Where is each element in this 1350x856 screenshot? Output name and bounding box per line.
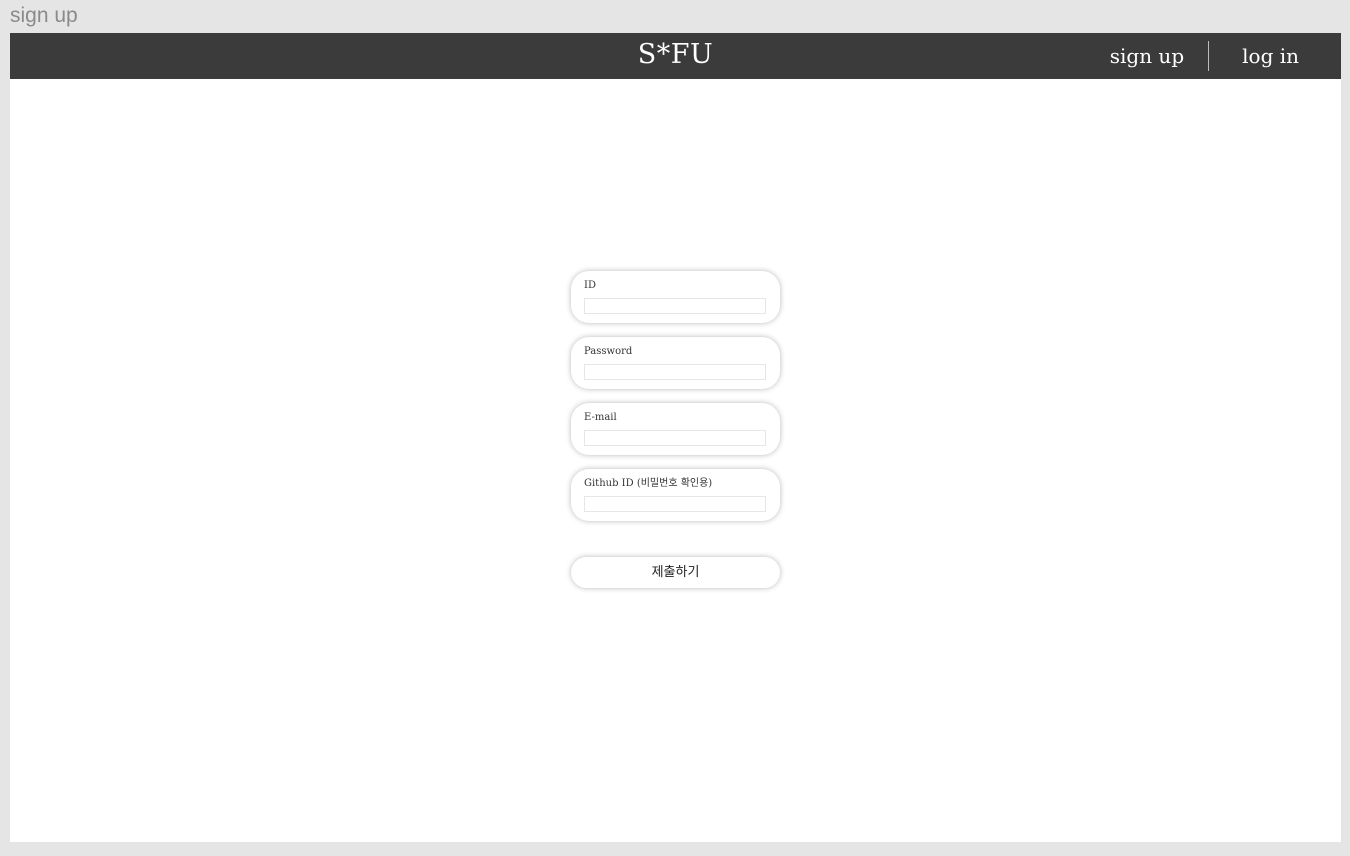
signup-form: ID Password E-mail Github ID (비밀번호 확인용) … bbox=[571, 271, 780, 588]
frame-title: sign up bbox=[10, 4, 78, 27]
nav-links: sign up log in bbox=[1086, 33, 1341, 79]
github-id-field-label: Github ID (비밀번호 확인용) bbox=[584, 478, 713, 489]
navbar: S*FU sign up log in bbox=[10, 33, 1341, 79]
submit-button[interactable]: 제출하기 bbox=[571, 557, 780, 588]
password-field-card: Password bbox=[571, 337, 780, 389]
password-input[interactable] bbox=[584, 364, 766, 380]
app-frame: S*FU sign up log in ID Password E-mail G… bbox=[10, 33, 1341, 842]
email-field-card: E-mail bbox=[571, 403, 780, 455]
password-field-label: Password bbox=[584, 346, 633, 357]
nav-login-link[interactable]: log in bbox=[1209, 33, 1341, 79]
id-input[interactable] bbox=[584, 298, 766, 314]
email-field-label: E-mail bbox=[584, 412, 617, 423]
nav-signup-link[interactable]: sign up bbox=[1086, 33, 1208, 79]
id-field-label: ID bbox=[584, 280, 596, 291]
github-id-field-card: Github ID (비밀번호 확인용) bbox=[571, 469, 780, 521]
github-id-input[interactable] bbox=[584, 496, 766, 512]
id-field-card: ID bbox=[571, 271, 780, 323]
email-input[interactable] bbox=[584, 430, 766, 446]
